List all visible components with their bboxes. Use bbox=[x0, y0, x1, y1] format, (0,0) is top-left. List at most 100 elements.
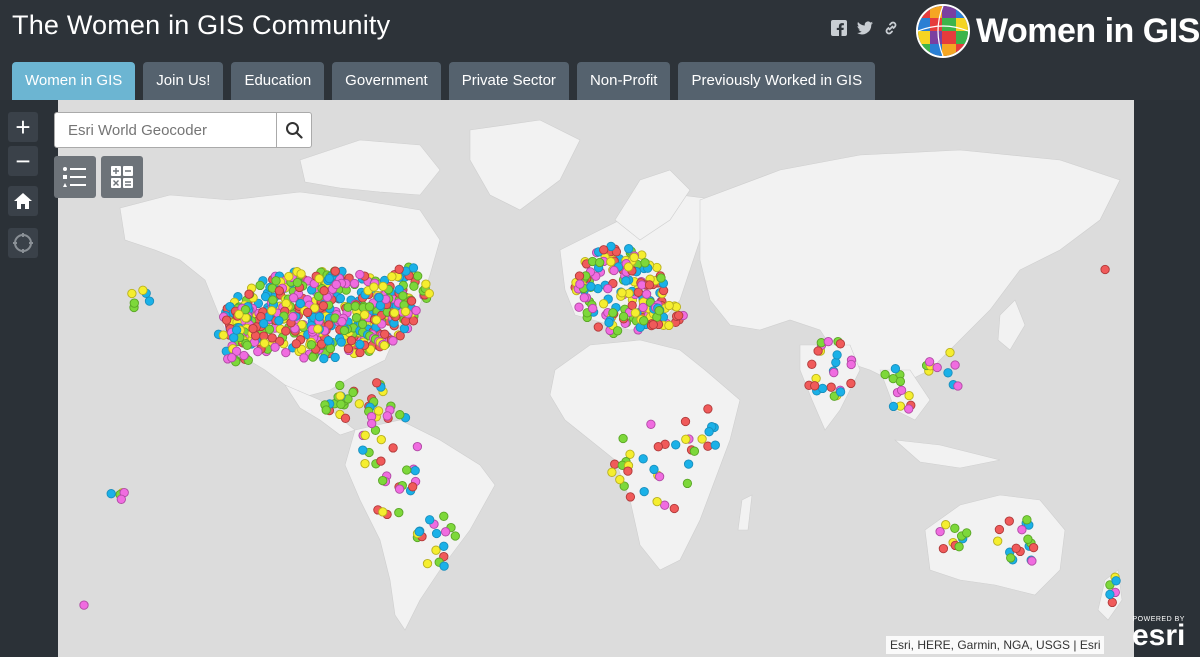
member-marker[interactable] bbox=[331, 279, 341, 290]
member-marker[interactable] bbox=[1023, 534, 1033, 544]
member-marker[interactable] bbox=[129, 298, 139, 308]
member-marker[interactable] bbox=[79, 600, 89, 610]
member-marker[interactable] bbox=[424, 288, 434, 299]
tab-education[interactable]: Education bbox=[231, 62, 325, 100]
member-marker[interactable] bbox=[615, 474, 625, 485]
member-marker[interactable] bbox=[953, 381, 963, 391]
member-marker[interactable] bbox=[644, 280, 655, 290]
member-marker[interactable] bbox=[127, 288, 137, 299]
member-marker[interactable] bbox=[244, 289, 254, 299]
member-marker[interactable] bbox=[924, 357, 935, 367]
member-marker[interactable] bbox=[817, 383, 828, 394]
member-marker[interactable] bbox=[639, 316, 649, 326]
member-marker[interactable] bbox=[943, 368, 953, 378]
member-marker[interactable] bbox=[609, 265, 619, 276]
member-marker[interactable] bbox=[408, 316, 419, 326]
member-marker[interactable] bbox=[440, 527, 451, 537]
member-marker[interactable] bbox=[588, 303, 598, 314]
member-marker[interactable] bbox=[890, 364, 901, 374]
search-button[interactable] bbox=[276, 113, 311, 147]
member-marker[interactable] bbox=[399, 323, 410, 334]
search-input[interactable] bbox=[55, 113, 280, 147]
member-marker[interactable] bbox=[364, 302, 375, 312]
member-marker[interactable] bbox=[354, 399, 364, 409]
member-marker[interactable] bbox=[664, 320, 674, 331]
member-marker[interactable] bbox=[1100, 264, 1110, 275]
member-marker[interactable] bbox=[373, 406, 384, 416]
member-marker[interactable] bbox=[318, 301, 329, 311]
tab-women-in-gis[interactable]: Women in GIS bbox=[12, 62, 136, 100]
facebook-icon[interactable] bbox=[830, 20, 848, 38]
member-marker[interactable] bbox=[337, 316, 347, 327]
member-marker[interactable] bbox=[218, 330, 229, 340]
member-marker[interactable] bbox=[603, 283, 613, 294]
member-marker[interactable] bbox=[697, 434, 707, 444]
member-marker[interactable] bbox=[681, 434, 691, 444]
member-marker[interactable] bbox=[618, 433, 628, 444]
member-marker[interactable] bbox=[359, 310, 370, 320]
member-marker[interactable] bbox=[431, 545, 441, 555]
member-marker[interactable] bbox=[369, 282, 379, 292]
member-marker[interactable] bbox=[398, 291, 408, 301]
member-marker[interactable] bbox=[689, 446, 700, 456]
member-marker[interactable] bbox=[703, 404, 713, 414]
member-marker[interactable] bbox=[617, 288, 627, 298]
member-marker[interactable] bbox=[1111, 576, 1121, 586]
member-marker[interactable] bbox=[389, 308, 400, 318]
member-marker[interactable] bbox=[408, 482, 418, 492]
member-marker[interactable] bbox=[1004, 516, 1014, 526]
member-marker[interactable] bbox=[653, 442, 663, 452]
member-marker[interactable] bbox=[349, 278, 360, 289]
member-marker[interactable] bbox=[950, 523, 960, 533]
member-marker[interactable] bbox=[376, 456, 386, 466]
member-marker[interactable] bbox=[339, 325, 350, 336]
member-marker[interactable] bbox=[846, 359, 856, 370]
member-marker[interactable] bbox=[325, 343, 336, 354]
member-marker[interactable] bbox=[355, 339, 365, 350]
member-marker[interactable] bbox=[954, 542, 964, 552]
member-marker[interactable] bbox=[629, 252, 639, 263]
member-marker[interactable] bbox=[586, 281, 596, 292]
link-icon[interactable] bbox=[882, 20, 900, 38]
member-marker[interactable] bbox=[367, 418, 377, 429]
member-marker[interactable] bbox=[313, 324, 323, 334]
twitter-icon[interactable] bbox=[856, 20, 874, 38]
member-marker[interactable] bbox=[299, 353, 309, 363]
member-marker[interactable] bbox=[649, 464, 659, 475]
member-marker[interactable] bbox=[607, 467, 617, 477]
basemap-button[interactable] bbox=[101, 156, 143, 198]
member-marker[interactable] bbox=[394, 484, 405, 494]
member-marker[interactable] bbox=[904, 404, 914, 414]
member-marker[interactable] bbox=[284, 271, 294, 282]
member-marker[interactable] bbox=[271, 276, 281, 286]
member-marker[interactable] bbox=[281, 326, 291, 336]
member-marker[interactable] bbox=[994, 524, 1005, 535]
member-marker[interactable] bbox=[274, 286, 285, 296]
member-marker[interactable] bbox=[595, 257, 605, 268]
member-marker[interactable] bbox=[1017, 525, 1027, 535]
member-marker[interactable] bbox=[296, 269, 306, 279]
member-marker[interactable] bbox=[343, 344, 354, 354]
member-marker[interactable] bbox=[388, 336, 398, 346]
member-marker[interactable] bbox=[378, 507, 388, 517]
member-marker[interactable] bbox=[421, 279, 431, 289]
member-marker[interactable] bbox=[935, 526, 945, 537]
member-marker[interactable] bbox=[1028, 542, 1039, 553]
member-marker[interactable] bbox=[648, 320, 658, 330]
member-marker[interactable] bbox=[704, 427, 714, 437]
member-marker[interactable] bbox=[646, 419, 656, 429]
member-marker[interactable] bbox=[268, 295, 278, 305]
member-marker[interactable] bbox=[321, 405, 331, 415]
member-marker[interactable] bbox=[683, 459, 694, 469]
member-marker[interactable] bbox=[618, 311, 629, 322]
member-marker[interactable] bbox=[669, 503, 679, 514]
member-marker[interactable] bbox=[932, 362, 942, 373]
map-attribution[interactable]: Esri, HERE, Garmin, NGA, USGS | Esri bbox=[886, 636, 1105, 654]
member-marker[interactable] bbox=[360, 430, 370, 440]
member-marker[interactable] bbox=[450, 531, 460, 541]
member-marker[interactable] bbox=[259, 318, 269, 329]
member-marker[interactable] bbox=[671, 440, 681, 450]
member-marker[interactable] bbox=[604, 317, 614, 328]
member-marker[interactable] bbox=[259, 338, 270, 348]
tab-previously-worked[interactable]: Previously Worked in GIS bbox=[678, 62, 876, 100]
